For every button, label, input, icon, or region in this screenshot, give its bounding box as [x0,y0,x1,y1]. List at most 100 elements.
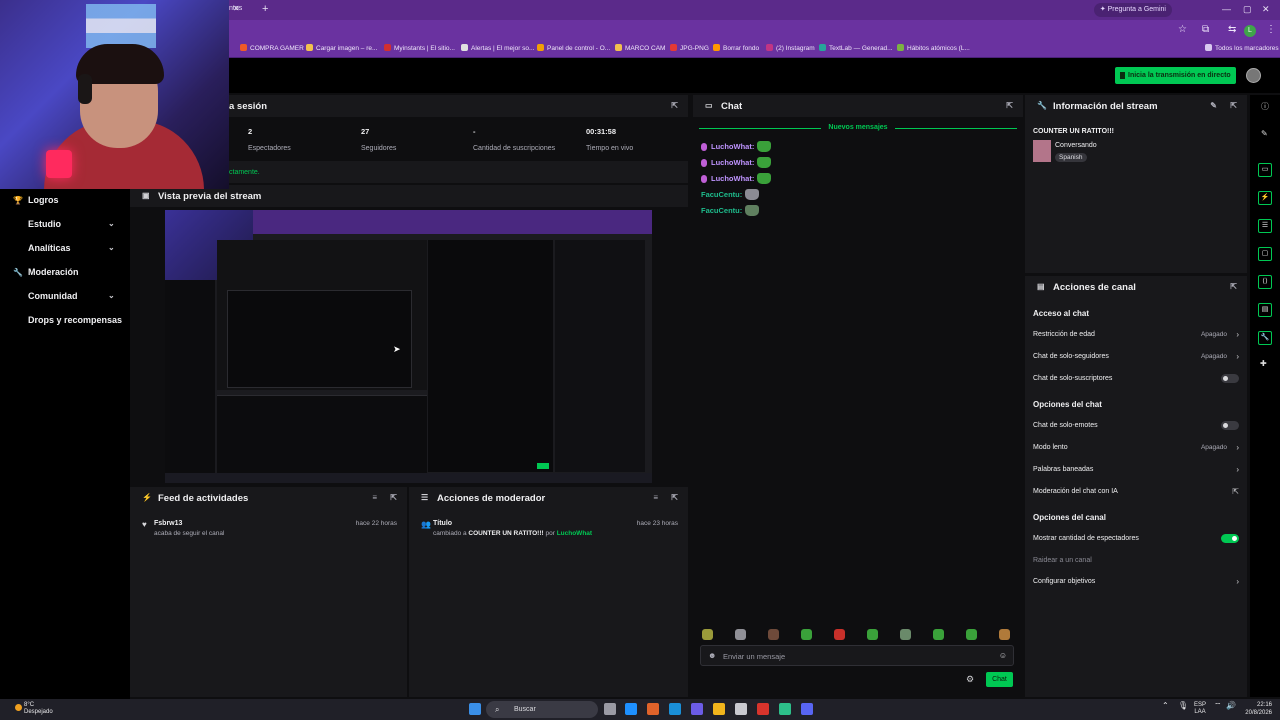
tab-close-icon[interactable]: ✕ [233,4,240,13]
windows-start-icon[interactable] [469,703,481,715]
bookmark-item[interactable]: Panel de control - O... [537,44,610,52]
file-explorer-icon[interactable] [713,703,725,715]
emotes-only-toggle[interactable] [1221,421,1239,430]
popout-icon[interactable]: ⇱ [671,493,678,502]
quick-action-button[interactable]: ▢ [1258,247,1272,261]
pencil-icon[interactable]: ✎ [1210,101,1217,110]
add-action-icon[interactable]: ✚ [1260,359,1267,368]
bookmark-item[interactable]: COMPRA GAMER [240,44,304,52]
app-icon[interactable] [625,703,637,715]
chrome-icon[interactable] [647,703,659,715]
gemini-button[interactable]: ✦ Pregunta a Gemini [1093,3,1172,17]
chat-username[interactable]: LuchoWhat: [711,158,754,167]
popout-icon[interactable]: ⇱ [1230,101,1237,110]
bookmark-item[interactable]: Hábitos atómicos (L... [897,44,970,52]
quick-action-button[interactable]: ☰ [1258,219,1272,233]
chat-input[interactable]: ☻ Enviar un mensaje ☺ [700,645,1014,666]
bookmark-item[interactable]: Borrar fondo [713,44,759,52]
setting-ai-moderation[interactable]: Moderación del chat con IA ⇱ [1033,487,1239,496]
clock[interactable]: 22:16 20/8/2026 [1245,701,1272,717]
setting-goals[interactable]: Configurar objetivos › [1033,577,1239,586]
chat-send-button[interactable]: Chat [986,672,1013,687]
quick-action-button[interactable]: ▭ [1258,163,1272,177]
pencil-icon[interactable]: ✎ [1261,129,1268,138]
setting-age-restriction[interactable]: Restricción de edad Apagado › [1033,330,1239,339]
emote-icon[interactable] [702,629,713,640]
bookmark-item[interactable]: TextLab — Generad... [819,44,893,52]
emote-icon[interactable] [735,629,746,640]
sidebar-item-estudio[interactable]: Estudio ⌄ [13,219,115,229]
sidebar-item-logros[interactable]: 🏆 Logros [13,195,59,205]
stream-preview-video[interactable]: ➤ [165,210,652,483]
bookmark-item[interactable]: Alertas | El mejor so... [461,44,534,52]
tab-search-icon[interactable]: ⇆ [1228,24,1236,35]
show-viewers-toggle[interactable] [1221,534,1239,543]
emote-icon[interactable] [999,629,1010,640]
setting-raid[interactable]: Raidear a un canal [1033,557,1239,564]
all-bookmarks-folder[interactable]: Todos los marcadores [1205,44,1279,52]
gear-icon[interactable]: ⚙ [966,674,974,685]
emote-icon[interactable] [801,629,812,640]
event-user[interactable]: Fsbrw13 [154,520,182,527]
popout-icon[interactable]: ⇱ [671,101,678,110]
setting-slow-mode[interactable]: Modo lento Apagado › [1033,443,1239,452]
volume-icon[interactable]: 🔊 [1226,702,1236,710]
sidebar-item-comunidad[interactable]: Comunidad ⌄ [13,291,115,301]
sidebar-item-moderacion[interactable]: 🔧 Moderación [13,267,79,277]
extensions-icon[interactable]: ⧉ [1202,24,1209,35]
bookmark-item[interactable]: (2) Instagram [766,44,815,52]
bookmark-item[interactable]: Myinstants | El sitio... [384,44,455,52]
bookmark-item[interactable]: MARCO CAM [615,44,665,52]
chat-username[interactable]: LuchoWhat: [711,142,754,151]
chat-identity-icon[interactable]: ☻ [708,651,716,660]
sidebar-item-drops[interactable]: Drops y recompensas [13,315,122,325]
chat-username[interactable]: LuchoWhat: [711,174,754,183]
emote-icon[interactable] [768,629,779,640]
language-indicator[interactable]: ESP LAA [1194,702,1206,716]
setting-followers-only[interactable]: Chat de solo-seguidores Apagado › [1033,352,1239,361]
new-tab-icon[interactable]: + [262,3,268,15]
browser-menu-icon[interactable]: ⋮ [1266,24,1276,35]
info-icon[interactable]: ⓘ [1261,101,1269,112]
emote-picker-icon[interactable]: ☺ [999,651,1007,660]
go-live-button[interactable]: Inicia la transmisión en directo [1115,67,1236,84]
emote-icon[interactable] [900,629,911,640]
bookmark-star-icon[interactable]: ☆ [1178,24,1187,35]
store-icon[interactable] [735,703,747,715]
emote-icon[interactable] [867,629,878,640]
close-window-icon[interactable]: ✕ [1262,4,1270,15]
browser-profile-avatar[interactable]: L [1244,25,1256,37]
quick-action-button[interactable]: ▤ [1258,303,1272,317]
bookmark-item[interactable]: JPG-PNG [670,44,709,52]
quick-action-button[interactable]: ⚡ [1258,191,1272,205]
app-icon[interactable] [779,703,791,715]
subs-only-toggle[interactable] [1221,374,1239,383]
quick-action-button[interactable]: 🔧 [1258,331,1272,345]
setting-banned-words[interactable]: Palabras baneadas › [1033,465,1239,474]
task-view-icon[interactable] [604,703,616,715]
teams-icon[interactable] [691,703,703,715]
stream-category[interactable]: Conversando [1055,142,1097,149]
network-icon[interactable]: ⌔ [1214,702,1222,710]
edge-icon[interactable] [669,703,681,715]
popout-icon[interactable]: ⇱ [1230,282,1237,291]
filter-icon[interactable]: ≡ [372,493,377,502]
filter-icon[interactable]: ≡ [653,493,658,502]
quick-action-button[interactable]: ⟨⟩ [1258,275,1272,289]
weather-widget[interactable]: 8°C Despejado [15,702,53,716]
bookmark-item[interactable]: Cargar imagen – re... [306,44,377,52]
emote-icon[interactable] [966,629,977,640]
discord-icon[interactable] [801,703,813,715]
emote-icon[interactable] [834,629,845,640]
tray-overflow-icon[interactable]: ⌃ [1162,702,1169,710]
emote-icon[interactable] [933,629,944,640]
sidebar-item-analiticas[interactable]: Analíticas ⌄ [13,243,115,253]
chat-username[interactable]: FacuCentu: [701,190,742,199]
minimize-icon[interactable]: — [1222,4,1231,14]
app-icon[interactable] [757,703,769,715]
popout-icon[interactable]: ⇱ [1006,101,1013,110]
maximize-icon[interactable]: ▢ [1243,4,1252,15]
event-user[interactable]: LuchoWhat [557,530,592,537]
taskbar-search[interactable]: ⌕ Buscar [486,701,598,718]
chat-username[interactable]: FacuCentu: [701,206,742,215]
